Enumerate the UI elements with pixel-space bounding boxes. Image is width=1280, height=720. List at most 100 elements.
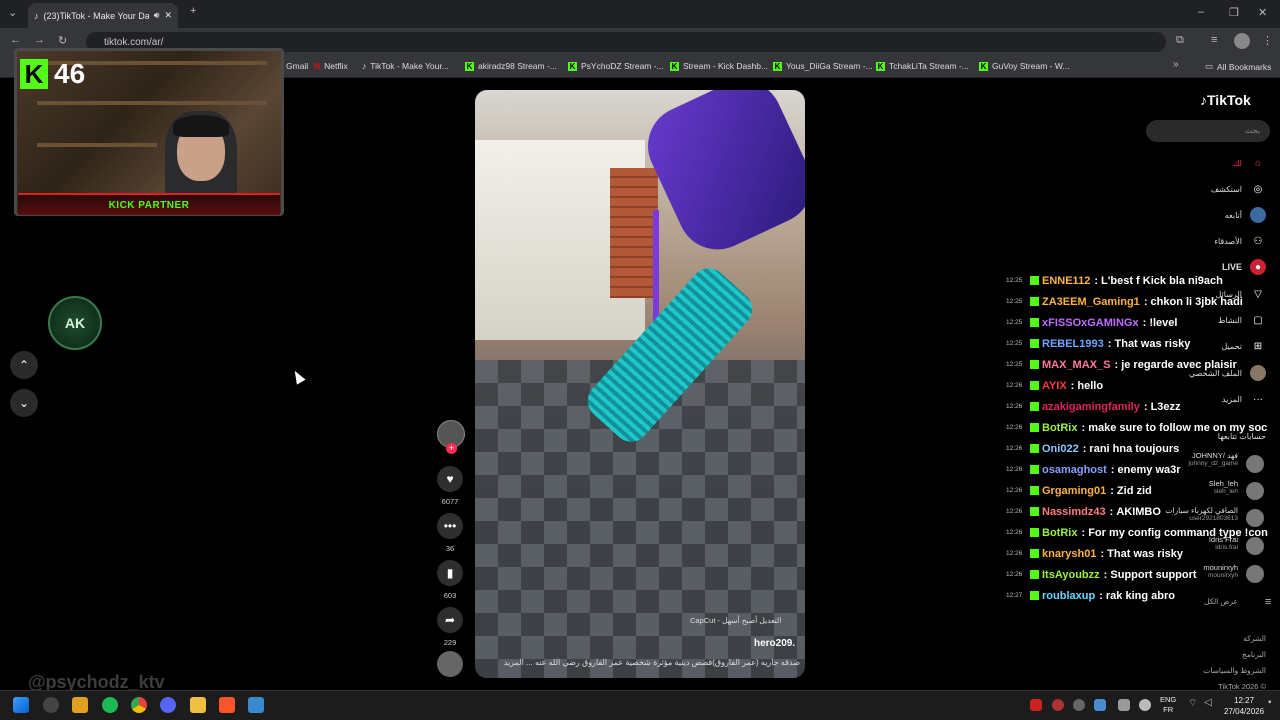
video-player[interactable] bbox=[475, 90, 805, 678]
chrome-icon[interactable] bbox=[131, 697, 147, 713]
close-tab-icon[interactable]: ✕ bbox=[164, 10, 172, 21]
spotify-icon[interactable] bbox=[102, 697, 118, 713]
volume-icon[interactable]: ◁ bbox=[1204, 697, 1212, 708]
notification-icon[interactable]: ▪ bbox=[1268, 697, 1272, 708]
app-icon[interactable] bbox=[72, 697, 88, 713]
chat-username[interactable]: roublaxup bbox=[1042, 590, 1095, 602]
comment-action[interactable]: ••• 36 bbox=[437, 513, 463, 553]
restore-icon[interactable]: ❐ bbox=[1229, 6, 1239, 19]
chat-username[interactable]: REBEL1993 bbox=[1042, 338, 1104, 350]
footer-terms[interactable]: الشروط والسياسات bbox=[1203, 666, 1266, 675]
share-icon[interactable]: ➦ bbox=[437, 607, 463, 633]
chat-username[interactable]: Grgaming01 bbox=[1042, 485, 1106, 497]
chat-username[interactable]: Oni022 bbox=[1042, 443, 1079, 455]
chat-username[interactable]: BotRix bbox=[1042, 422, 1077, 434]
file-explorer-icon[interactable] bbox=[190, 697, 206, 713]
chat-username[interactable]: BotRix bbox=[1042, 527, 1077, 539]
chat-message: 12:26 ItsAyoubzz: Support support bbox=[1006, 564, 1280, 585]
like-action[interactable]: ♥ 6077 bbox=[437, 466, 463, 506]
chat-username[interactable]: azakigamingfamily bbox=[1042, 401, 1140, 413]
nav-following[interactable]: أتابعه bbox=[1225, 207, 1266, 223]
chat-username[interactable]: AYIX bbox=[1042, 380, 1067, 392]
next-video-button[interactable]: ⌄ bbox=[10, 389, 38, 417]
tray-mic-icon[interactable] bbox=[1052, 699, 1064, 711]
photos-icon[interactable] bbox=[248, 697, 264, 713]
music-disc-avatar[interactable] bbox=[437, 651, 463, 677]
all-bookmarks[interactable]: ▭ All Bookmarks bbox=[1205, 61, 1271, 72]
chat-username[interactable]: ZA3EEM_Gaming1 bbox=[1042, 296, 1140, 308]
chat-username[interactable]: xFISSOxGAMINGx bbox=[1042, 317, 1139, 329]
extensions-icon[interactable]: ⧉ bbox=[1176, 34, 1184, 47]
chat-username[interactable]: osamaghost bbox=[1042, 464, 1107, 476]
search-input[interactable]: بحث bbox=[1146, 120, 1270, 142]
language-indicator[interactable]: ENG FR bbox=[1160, 695, 1176, 715]
kick-badge-icon bbox=[1030, 423, 1039, 432]
heart-icon[interactable]: ♥ bbox=[437, 466, 463, 492]
obs-icon[interactable] bbox=[43, 697, 59, 713]
tray-app-icon[interactable] bbox=[1030, 699, 1042, 711]
brave-icon[interactable] bbox=[219, 697, 235, 713]
chat-username[interactable]: Nassimdz43 bbox=[1042, 506, 1106, 518]
reload-icon[interactable]: ↻ bbox=[58, 34, 67, 47]
bookmark-guvoy[interactable]: K GuVoy Stream - W... bbox=[979, 61, 1069, 71]
tab-search-icon[interactable]: ⌄ bbox=[8, 6, 17, 19]
wifi-icon[interactable]: ⌔ bbox=[1188, 697, 1197, 710]
tab-tiktok[interactable]: ♪ (23)TikTok - Make Your Day 🔊︎ ✕ bbox=[28, 3, 178, 28]
chat-username[interactable]: MAX_MAX_S bbox=[1042, 359, 1110, 371]
new-tab-icon[interactable]: + bbox=[190, 5, 196, 17]
chat-time: 12:25 bbox=[1006, 298, 1023, 305]
video-author[interactable]: hero209. bbox=[754, 638, 795, 649]
chat-username[interactable]: knarysh01 bbox=[1042, 548, 1096, 560]
avatar-icon bbox=[1250, 207, 1266, 223]
bookmark-tiktok[interactable]: ♪ TikTok - Make Your... bbox=[362, 61, 449, 71]
footer-company[interactable]: الشركة bbox=[1243, 634, 1266, 643]
microphone-icon[interactable] bbox=[1139, 699, 1151, 711]
bookmark-kick-dashboard[interactable]: K Stream - Kick Dashb... bbox=[670, 61, 768, 71]
media-icon[interactable]: ≡ bbox=[1211, 34, 1217, 46]
follow-plus-icon[interactable]: + bbox=[446, 443, 457, 454]
kick-badge-icon bbox=[1030, 549, 1039, 558]
save-action[interactable]: ▮ 603 bbox=[437, 560, 463, 600]
tray-gpu-icon[interactable] bbox=[1118, 699, 1130, 711]
chat-time: 12:25 bbox=[1006, 277, 1023, 284]
system-clock[interactable]: 12:27 27/04/2026 bbox=[1224, 695, 1264, 717]
chat-username[interactable]: ENNE112 bbox=[1042, 275, 1090, 287]
chat-username[interactable]: ItsAyoubzz bbox=[1042, 569, 1100, 581]
bookmark-gmail[interactable]: Gmail bbox=[282, 61, 308, 71]
chat-message: 12:26 Nassimdz43: AKIMBO bbox=[1006, 501, 1280, 522]
close-window-icon[interactable]: ✕ bbox=[1258, 6, 1267, 19]
more-link[interactable]: المزيد bbox=[504, 658, 524, 667]
bookmark-akiradz98[interactable]: Kakiradz98 Stream -... bbox=[465, 61, 557, 71]
nav-explore[interactable]: استكشف ◎ bbox=[1211, 181, 1266, 197]
discord-icon[interactable] bbox=[160, 697, 176, 713]
bookmark-netflix[interactable]: N Netflix bbox=[314, 61, 348, 71]
comment-icon[interactable]: ••• bbox=[437, 513, 463, 539]
forward-icon[interactable]: → bbox=[34, 34, 45, 46]
capcut-label[interactable]: CapCut - التعديل أصبح أسهل bbox=[690, 616, 781, 625]
share-action[interactable]: ➦ 229 bbox=[437, 607, 463, 647]
windows-start-icon[interactable] bbox=[13, 697, 29, 713]
bookmark-label: Netflix bbox=[324, 61, 348, 71]
nav-label: استكشف bbox=[1210, 184, 1242, 194]
nav-for-you[interactable]: لك ⌂ bbox=[1233, 155, 1266, 171]
chat-message: 12:25 REBEL1993: That was risky bbox=[1006, 333, 1280, 354]
bookmark-psychodz[interactable]: K PsYchoDZ Stream -... bbox=[568, 61, 664, 71]
more-bookmarks-icon[interactable]: » bbox=[1173, 59, 1179, 70]
bookmark-icon[interactable]: ▮ bbox=[437, 560, 463, 586]
back-icon[interactable]: ← bbox=[10, 34, 21, 46]
minimize-icon[interactable]: – bbox=[1198, 6, 1204, 18]
audio-icon[interactable]: 🔊︎ bbox=[154, 10, 160, 21]
chat-time: 12:26 bbox=[1006, 487, 1023, 494]
nav-friends[interactable]: الأصدقاء ⚇ bbox=[1214, 233, 1266, 249]
bookmark-tchaklita[interactable]: K TchakLiTa Stream -... bbox=[876, 61, 969, 71]
lang-secondary: FR bbox=[1163, 705, 1174, 714]
profile-avatar[interactable] bbox=[1234, 33, 1250, 49]
menu-icon[interactable]: ⋮ bbox=[1262, 34, 1273, 47]
footer-program[interactable]: البرنامج bbox=[1242, 650, 1266, 659]
tray-network-icon[interactable] bbox=[1094, 699, 1106, 711]
previous-video-button[interactable]: ⌃ bbox=[10, 351, 38, 379]
tiktok-logo[interactable]: ♪TikTok bbox=[1200, 92, 1251, 108]
kick-badge-icon bbox=[1030, 486, 1039, 495]
tray-steam-icon[interactable] bbox=[1073, 699, 1085, 711]
bookmark-yous-diiga[interactable]: K Yous_DiiGa Stream -... bbox=[773, 61, 873, 71]
